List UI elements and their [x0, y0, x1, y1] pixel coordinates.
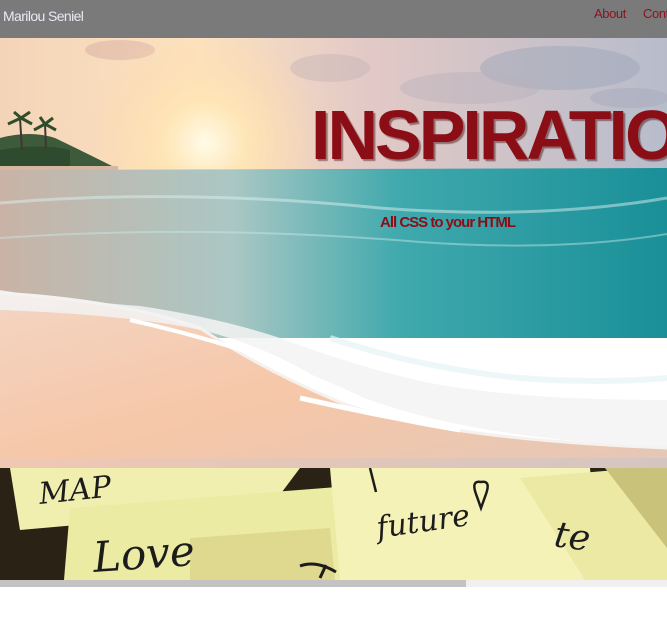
sticky-notes-illustration: MAP Love future te: [0, 468, 667, 580]
hero-title: INSPIRATION: [311, 96, 667, 174]
horizontal-scrollbar[interactable]: [0, 580, 667, 587]
top-navbar: Marilou Seniel About Conta: [0, 0, 667, 38]
hero-banner: INSPIRATION All CSS to your HTML: [0, 38, 667, 468]
nav-link-contact[interactable]: Conta: [643, 6, 667, 21]
nav-link-about[interactable]: About: [594, 6, 626, 21]
page: Marilou Seniel About Conta: [0, 0, 667, 626]
hero-subtitle: All CSS to your HTML: [380, 214, 516, 231]
note-word-te: te: [552, 514, 593, 560]
scrollbar-thumb[interactable]: [0, 580, 466, 587]
sticky-notes-image: MAP Love future te: [0, 468, 667, 580]
note-word-love: Love: [90, 526, 196, 580]
brand-link[interactable]: Marilou Seniel: [3, 8, 84, 24]
